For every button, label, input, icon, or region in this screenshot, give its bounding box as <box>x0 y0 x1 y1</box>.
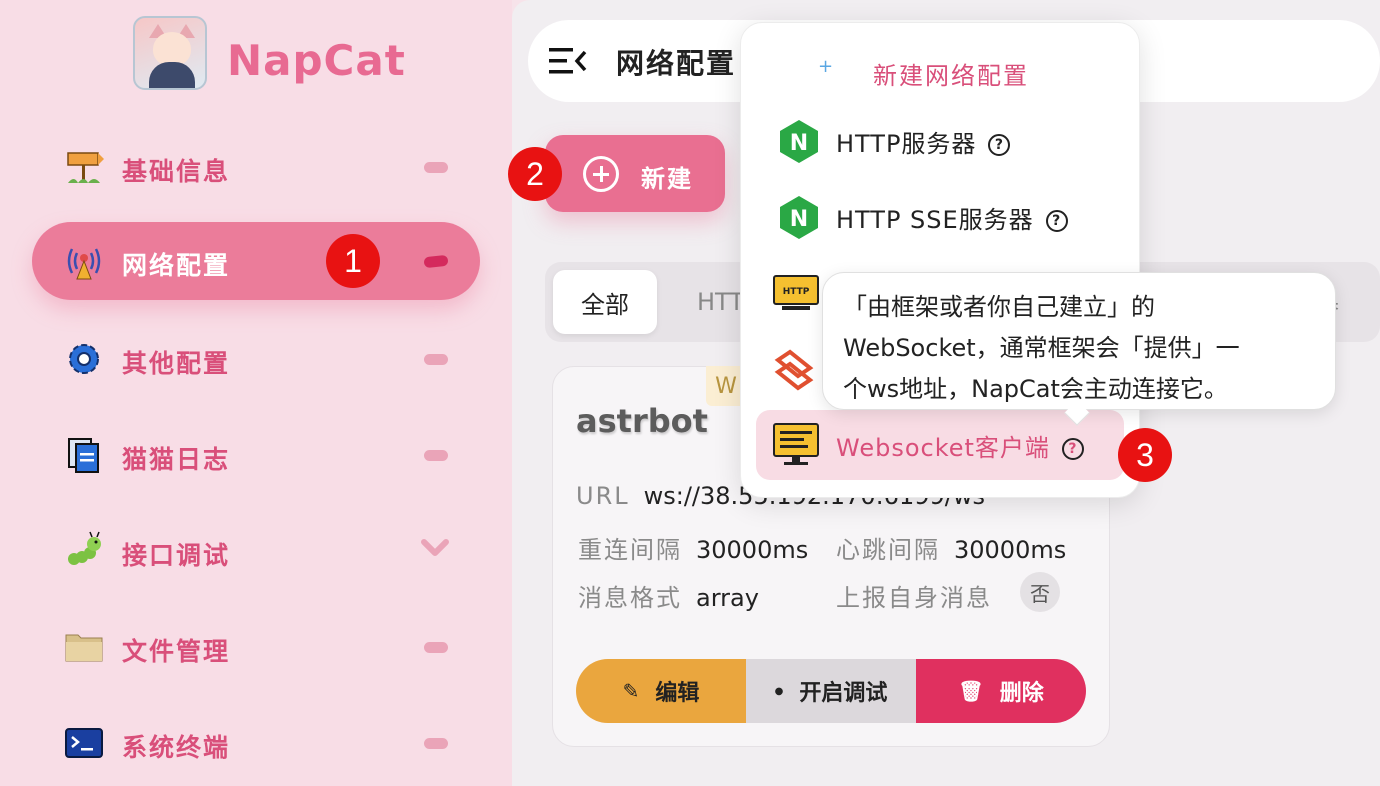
delete-button[interactable]: 🗑 删除 <box>916 659 1086 723</box>
nav-indicator <box>424 642 448 653</box>
sidebar-item-label: 基础信息 <box>122 157 231 186</box>
napcat-logo <box>133 16 207 90</box>
tooltip-line: WebSocket，通常框架会「提供」一 <box>843 334 1240 362</box>
tab-http[interactable]: HTT <box>697 270 744 334</box>
caterpillar-icon <box>64 531 104 571</box>
help-icon[interactable]: ? <box>988 134 1011 156</box>
pencil-icon: ✎ <box>622 679 640 703</box>
report-self-value: 否 <box>1020 572 1060 612</box>
heartbeat-row: 心跳间隔 30000ms <box>836 530 1066 565</box>
help-tooltip: 「由框架或者你自己建立」的 WebSocket，通常框架会「提供」一 个ws地址… <box>822 272 1336 410</box>
new-button-label: 新建 <box>641 165 693 193</box>
step-marker-2: 2 <box>508 147 562 201</box>
sidebar-item-label: 其他配置 <box>122 349 231 378</box>
dropdown-title: 新建网络配置 <box>873 62 1029 90</box>
reconnect-value: 30000ms <box>696 536 809 564</box>
folder-icon <box>64 627 104 667</box>
reconnect-row: 重连间隔 30000ms <box>578 530 808 565</box>
sidebar-item-label: 文件管理 <box>122 637 231 666</box>
menu-item-http-sse-server[interactable]: N HTTP SSE服务器? <box>756 182 1124 252</box>
url-label: URL <box>576 482 630 510</box>
svg-text:N: N <box>790 131 808 156</box>
monitor-icon <box>773 423 819 465</box>
menu-collapse-icon[interactable] <box>549 46 587 76</box>
format-row: 消息格式 array <box>578 578 759 613</box>
help-icon[interactable]: ? <box>1061 438 1084 460</box>
nav-indicator <box>423 254 449 269</box>
antenna-icon <box>64 241 104 281</box>
debug-button[interactable]: ● 开启调试 <box>746 659 916 723</box>
bug-icon: ● <box>774 685 784 697</box>
delete-label: 删除 <box>999 681 1044 706</box>
sidebar-item-label: 接口调试 <box>122 541 231 570</box>
brand-name: NapCat <box>227 36 406 85</box>
gear-icon <box>64 339 104 379</box>
sidebar-item-file-manager[interactable]: 文件管理 <box>32 608 480 686</box>
step-marker-3: 3 <box>1118 428 1172 482</box>
tab-all[interactable]: 全部 <box>553 270 657 334</box>
nav-indicator <box>424 450 448 461</box>
nav-indicator <box>424 738 448 749</box>
signpost-icon <box>64 147 104 187</box>
sidebar-item-label: 系统终端 <box>122 733 231 762</box>
chevron-down-icon[interactable] <box>420 536 450 560</box>
menu-item-websocket-client[interactable]: Websocket客户端? <box>756 410 1124 480</box>
log-icon <box>64 435 104 475</box>
terminal-icon <box>64 723 104 763</box>
sidebar-item-network-config[interactable]: 网络配置 <box>32 222 480 300</box>
http-monitor-icon: HTTP <box>773 275 819 310</box>
format-value: array <box>696 584 759 612</box>
tooltip-line: 「由框架或者你自己建立」的 <box>843 293 1155 321</box>
page-title: 网络配置 <box>616 47 737 80</box>
edit-label: 编辑 <box>655 681 700 706</box>
nginx-icon: N <box>780 120 818 163</box>
edit-button[interactable]: ✎ 编辑 <box>576 659 746 723</box>
nav-indicator <box>424 354 448 365</box>
report-self-row: 上报自身消息 <box>836 578 1006 613</box>
heartbeat-value: 30000ms <box>954 536 1067 564</box>
sidebar-item-other-config[interactable]: 其他配置 <box>32 320 480 398</box>
menu-item-http-server[interactable]: N HTTP服务器? <box>756 106 1124 176</box>
sidebar-item-terminal[interactable]: 系统终端 <box>32 704 480 782</box>
websocket-icon <box>774 349 814 391</box>
step-marker-1: 1 <box>326 234 380 288</box>
sidebar-item-label: 猫猫日志 <box>122 445 231 474</box>
trash-icon: 🗑 <box>958 679 984 703</box>
sidebar-item-cat-log[interactable]: 猫猫日志 <box>32 416 480 494</box>
nav-indicator <box>424 162 448 173</box>
heartbeat-label: 心跳间隔 <box>836 536 940 564</box>
new-button[interactable]: 新建 <box>545 135 725 212</box>
menu-item-label: Websocket客户端 <box>836 434 1050 462</box>
plus-icon: + <box>818 56 834 77</box>
sidebar-item-label: 网络配置 <box>122 251 231 280</box>
help-icon[interactable]: ? <box>1045 210 1068 232</box>
reconnect-label: 重连间隔 <box>578 536 682 564</box>
debug-label: 开启调试 <box>799 681 888 706</box>
card-name: astrbot <box>576 402 708 440</box>
svg-text:HTTP: HTTP <box>783 287 810 297</box>
menu-item-label: HTTP SSE服务器 <box>836 206 1034 234</box>
sidebar-item-api-debug[interactable]: 接口调试 <box>32 512 480 590</box>
nginx-icon: N <box>780 196 818 239</box>
svg-text:N: N <box>790 207 808 232</box>
report-self-label: 上报自身消息 <box>836 584 992 612</box>
format-label: 消息格式 <box>578 584 682 612</box>
plus-circle-icon <box>583 156 619 192</box>
sidebar-item-basic-info[interactable]: 基础信息 <box>32 128 480 206</box>
menu-item-label: HTTP服务器 <box>836 130 977 158</box>
